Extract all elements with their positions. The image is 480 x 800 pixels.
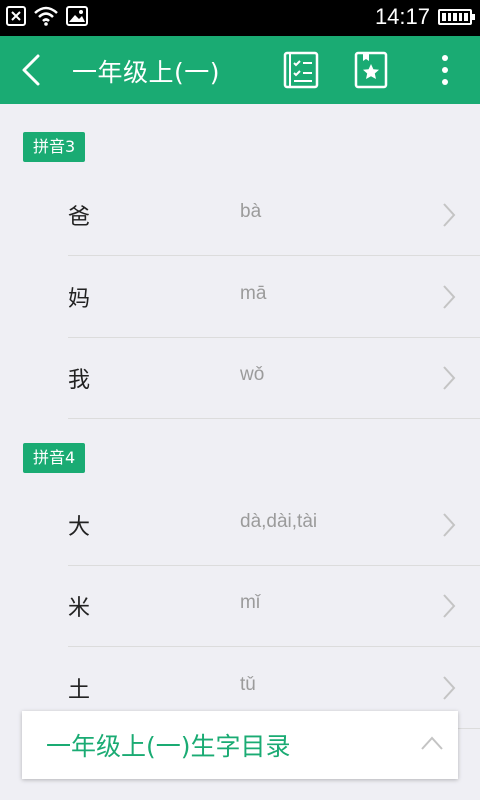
chevron-right-icon: [443, 366, 456, 390]
pinyin: bà: [240, 201, 262, 222]
status-bar: 14:17: [0, 0, 480, 36]
chevron-right-icon: [443, 203, 456, 227]
character: 爸: [68, 205, 91, 230]
pinyin: tǔ: [240, 674, 256, 695]
chevron-right-icon: [443, 513, 456, 537]
status-icons-left: [6, 6, 88, 26]
list-item[interactable]: 我 wǒ: [68, 338, 480, 419]
character: 大: [68, 515, 91, 540]
star-book-icon: [354, 51, 388, 89]
close-box-icon: [6, 6, 26, 26]
character: 妈: [68, 287, 91, 312]
pinyin: mǐ: [240, 592, 261, 613]
list-item[interactable]: 妈 mā: [68, 257, 480, 338]
pinyin: mā: [240, 283, 267, 304]
wifi-icon: [34, 6, 58, 26]
pinyin: wǒ: [240, 364, 265, 385]
favorites-button[interactable]: [350, 49, 392, 91]
battery-icon: [438, 9, 475, 25]
chevron-right-icon: [443, 594, 456, 618]
section-header-pinyin-4: 拼音4: [23, 443, 86, 473]
status-time: 14:17: [374, 4, 430, 29]
more-vert-icon: [442, 55, 448, 85]
page-title: 一年级上(一): [72, 58, 221, 87]
character: 我: [68, 368, 91, 393]
chevron-up-icon[interactable]: [420, 735, 444, 751]
app-bar: 一年级上(一): [0, 36, 480, 104]
image-icon: [66, 6, 88, 26]
section-header-pinyin-3: 拼音3: [23, 132, 86, 162]
word-list-button[interactable]: [280, 49, 322, 91]
chevron-right-icon: [443, 285, 456, 309]
back-icon: [22, 54, 40, 86]
character: 土: [68, 678, 91, 703]
list-item[interactable]: 爸 bà: [68, 175, 480, 256]
checklist-icon: [283, 51, 319, 89]
list-item[interactable]: 米 mǐ: [68, 566, 480, 647]
chevron-right-icon: [443, 676, 456, 700]
catalog-panel[interactable]: 一年级上(一)生字目录: [22, 711, 458, 779]
word-list: 拼音3 爸 bà 妈 mā 我 wǒ 拼音4 大 dà,dài,tài 米 mǐ…: [0, 104, 480, 800]
more-button[interactable]: [425, 49, 465, 91]
list-item[interactable]: 大 dà,dài,tài: [68, 485, 480, 566]
status-icons-right: 14:17: [374, 4, 475, 30]
pinyin: dà,dài,tài: [240, 511, 318, 532]
catalog-title: 一年级上(一)生字目录: [46, 732, 291, 761]
character: 米: [68, 596, 91, 621]
back-button[interactable]: [14, 52, 50, 88]
